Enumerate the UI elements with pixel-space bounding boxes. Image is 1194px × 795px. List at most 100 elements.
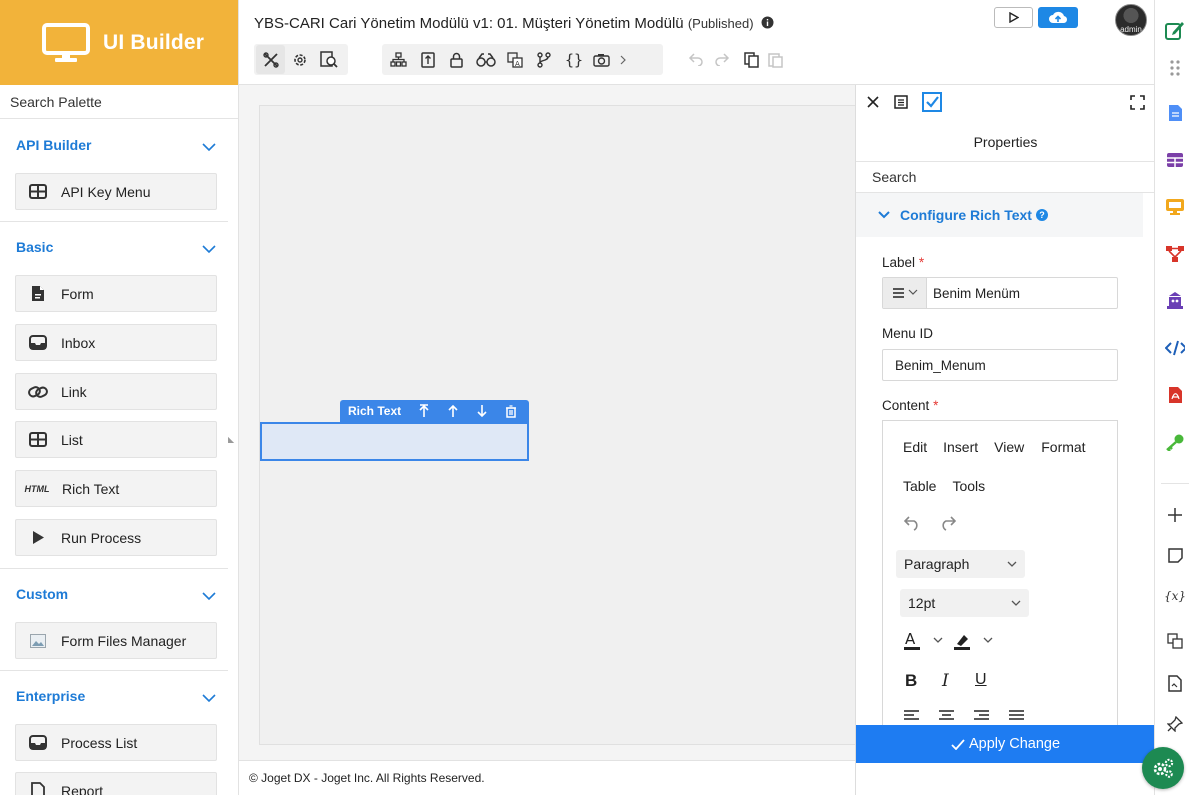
userview-monitor-icon[interactable] bbox=[1165, 197, 1185, 217]
hamburger-menu-icon[interactable] bbox=[883, 278, 927, 308]
chevron-down-icon[interactable] bbox=[201, 690, 217, 706]
code-icon[interactable] bbox=[1165, 338, 1185, 358]
menu-view[interactable]: View bbox=[994, 439, 1024, 455]
align-justify-icon[interactable] bbox=[1008, 709, 1025, 723]
menu-table[interactable]: Table bbox=[903, 478, 936, 494]
category-custom[interactable]: Custom bbox=[16, 586, 68, 602]
redo-icon[interactable] bbox=[939, 515, 957, 531]
font-size-select[interactable]: 12pt bbox=[900, 589, 1029, 617]
run-app-button[interactable] bbox=[994, 7, 1033, 28]
label-input[interactable]: Benim Menüm bbox=[927, 286, 1020, 301]
code-braces-icon[interactable]: {} bbox=[558, 45, 587, 74]
apply-change-button[interactable]: Apply Change bbox=[856, 725, 1155, 763]
chevron-down-icon[interactable] bbox=[201, 139, 217, 155]
design-tools-icon[interactable] bbox=[256, 45, 285, 74]
undo-icon[interactable] bbox=[688, 52, 704, 69]
align-left-icon[interactable] bbox=[903, 709, 920, 723]
html-icon: HTML bbox=[22, 484, 52, 494]
palette-item-form-files-manager[interactable]: Form Files Manager bbox=[15, 622, 217, 659]
category-api-builder[interactable]: API Builder bbox=[16, 137, 91, 153]
palette-item-label: API Key Menu bbox=[61, 183, 151, 200]
palette-item-list[interactable]: List bbox=[15, 421, 217, 458]
publish-button[interactable] bbox=[1038, 7, 1078, 28]
palette-item-inbox[interactable]: Inbox bbox=[15, 324, 217, 361]
underline-icon[interactable]: U bbox=[975, 671, 987, 689]
chevron-down-icon[interactable] bbox=[201, 588, 217, 604]
palette-item-process-list[interactable]: Process List bbox=[15, 724, 217, 761]
camera-icon[interactable] bbox=[587, 45, 616, 74]
menu-edit[interactable]: Edit bbox=[903, 439, 927, 455]
translate-icon[interactable]: A bbox=[500, 45, 529, 74]
category-basic[interactable]: Basic bbox=[16, 239, 53, 255]
rich-text-element-selected[interactable] bbox=[260, 422, 529, 461]
binoculars-icon[interactable] bbox=[471, 45, 500, 74]
help-icon[interactable]: ? bbox=[1035, 209, 1048, 221]
preview-search-icon[interactable] bbox=[314, 45, 343, 74]
menu-id-input[interactable]: Benim_Menum bbox=[882, 349, 1118, 381]
form-doc-icon[interactable] bbox=[1165, 103, 1185, 123]
table-icon bbox=[26, 432, 50, 447]
category-enterprise[interactable]: Enterprise bbox=[16, 688, 85, 704]
arrow-up-icon[interactable] bbox=[438, 400, 467, 422]
palette-item-rich-text[interactable]: HTML Rich Text bbox=[15, 470, 217, 507]
plus-icon[interactable] bbox=[1165, 505, 1185, 525]
edit-icon[interactable] bbox=[1165, 20, 1185, 40]
rich-text-editor: Edit Insert View Format Table Tools Para… bbox=[882, 420, 1118, 725]
translate-icon[interactable] bbox=[1165, 631, 1185, 651]
highlight-color-icon[interactable] bbox=[953, 631, 995, 651]
copy-icon[interactable] bbox=[744, 52, 759, 71]
arrow-down-icon[interactable] bbox=[467, 400, 496, 422]
close-icon[interactable] bbox=[866, 95, 880, 112]
document-icon[interactable] bbox=[1165, 673, 1185, 693]
gear-icon[interactable] bbox=[285, 45, 314, 74]
content-field-label: Content * bbox=[882, 398, 939, 413]
palette-item-api-key-menu[interactable]: API Key Menu bbox=[15, 173, 217, 210]
info-icon[interactable] bbox=[761, 16, 774, 29]
divider bbox=[0, 670, 228, 671]
fullscreen-icon[interactable] bbox=[1130, 94, 1145, 113]
bold-icon[interactable]: B bbox=[905, 671, 917, 691]
variables-icon[interactable]: {x} bbox=[1164, 586, 1186, 606]
pin-icon[interactable] bbox=[1165, 714, 1185, 734]
settings-fab-button[interactable] bbox=[1142, 747, 1184, 789]
process-flow-icon[interactable] bbox=[1165, 244, 1185, 264]
trash-icon[interactable] bbox=[496, 400, 525, 422]
lock-icon[interactable] bbox=[442, 45, 471, 74]
block-format-select[interactable]: Paragraph bbox=[896, 550, 1025, 578]
pdf-icon[interactable] bbox=[1165, 385, 1185, 405]
align-center-icon[interactable] bbox=[938, 709, 955, 723]
image-icon bbox=[26, 633, 50, 648]
datalist-icon[interactable] bbox=[1165, 150, 1185, 170]
text-color-icon[interactable]: A bbox=[903, 631, 945, 651]
palette-item-form[interactable]: Form bbox=[15, 275, 217, 312]
chevron-right-icon[interactable] bbox=[616, 54, 630, 66]
align-right-icon[interactable] bbox=[973, 709, 990, 723]
paste-icon[interactable] bbox=[768, 52, 783, 71]
configure-section-header[interactable]: Configure Rich Text ? bbox=[856, 193, 1143, 237]
undo-icon[interactable] bbox=[903, 515, 921, 531]
palette-item-run-process[interactable]: Run Process bbox=[15, 519, 217, 556]
palette-item-report[interactable]: Report bbox=[15, 772, 217, 795]
properties-doc-icon[interactable] bbox=[413, 45, 442, 74]
key-icon[interactable] bbox=[1165, 432, 1185, 452]
search-palette-input[interactable]: Search Palette bbox=[0, 85, 238, 119]
left-splitter-handle[interactable]: ◣ bbox=[228, 435, 234, 444]
chevron-down-icon[interactable] bbox=[201, 241, 217, 257]
italic-icon[interactable]: I bbox=[942, 671, 949, 691]
palette-item-link[interactable]: Link bbox=[15, 373, 217, 410]
properties-search-input[interactable]: Search bbox=[856, 162, 1155, 193]
move-up-parent-icon[interactable] bbox=[409, 400, 438, 422]
note-icon[interactable] bbox=[1165, 545, 1185, 565]
form-view-icon[interactable] bbox=[894, 95, 908, 112]
branch-icon[interactable] bbox=[529, 45, 558, 74]
avatar[interactable]: admin bbox=[1115, 4, 1147, 36]
drag-handle-icon[interactable] bbox=[1165, 58, 1185, 78]
apply-change-label: Apply Change bbox=[968, 736, 1061, 752]
menu-format[interactable]: Format bbox=[1041, 439, 1085, 455]
redo-icon[interactable] bbox=[714, 52, 730, 69]
plugin-robot-icon[interactable] bbox=[1165, 290, 1185, 310]
checkbox-checked-icon[interactable] bbox=[922, 92, 942, 115]
menu-insert[interactable]: Insert bbox=[943, 439, 978, 455]
tree-structure-icon[interactable] bbox=[384, 45, 413, 74]
menu-tools[interactable]: Tools bbox=[952, 478, 985, 494]
